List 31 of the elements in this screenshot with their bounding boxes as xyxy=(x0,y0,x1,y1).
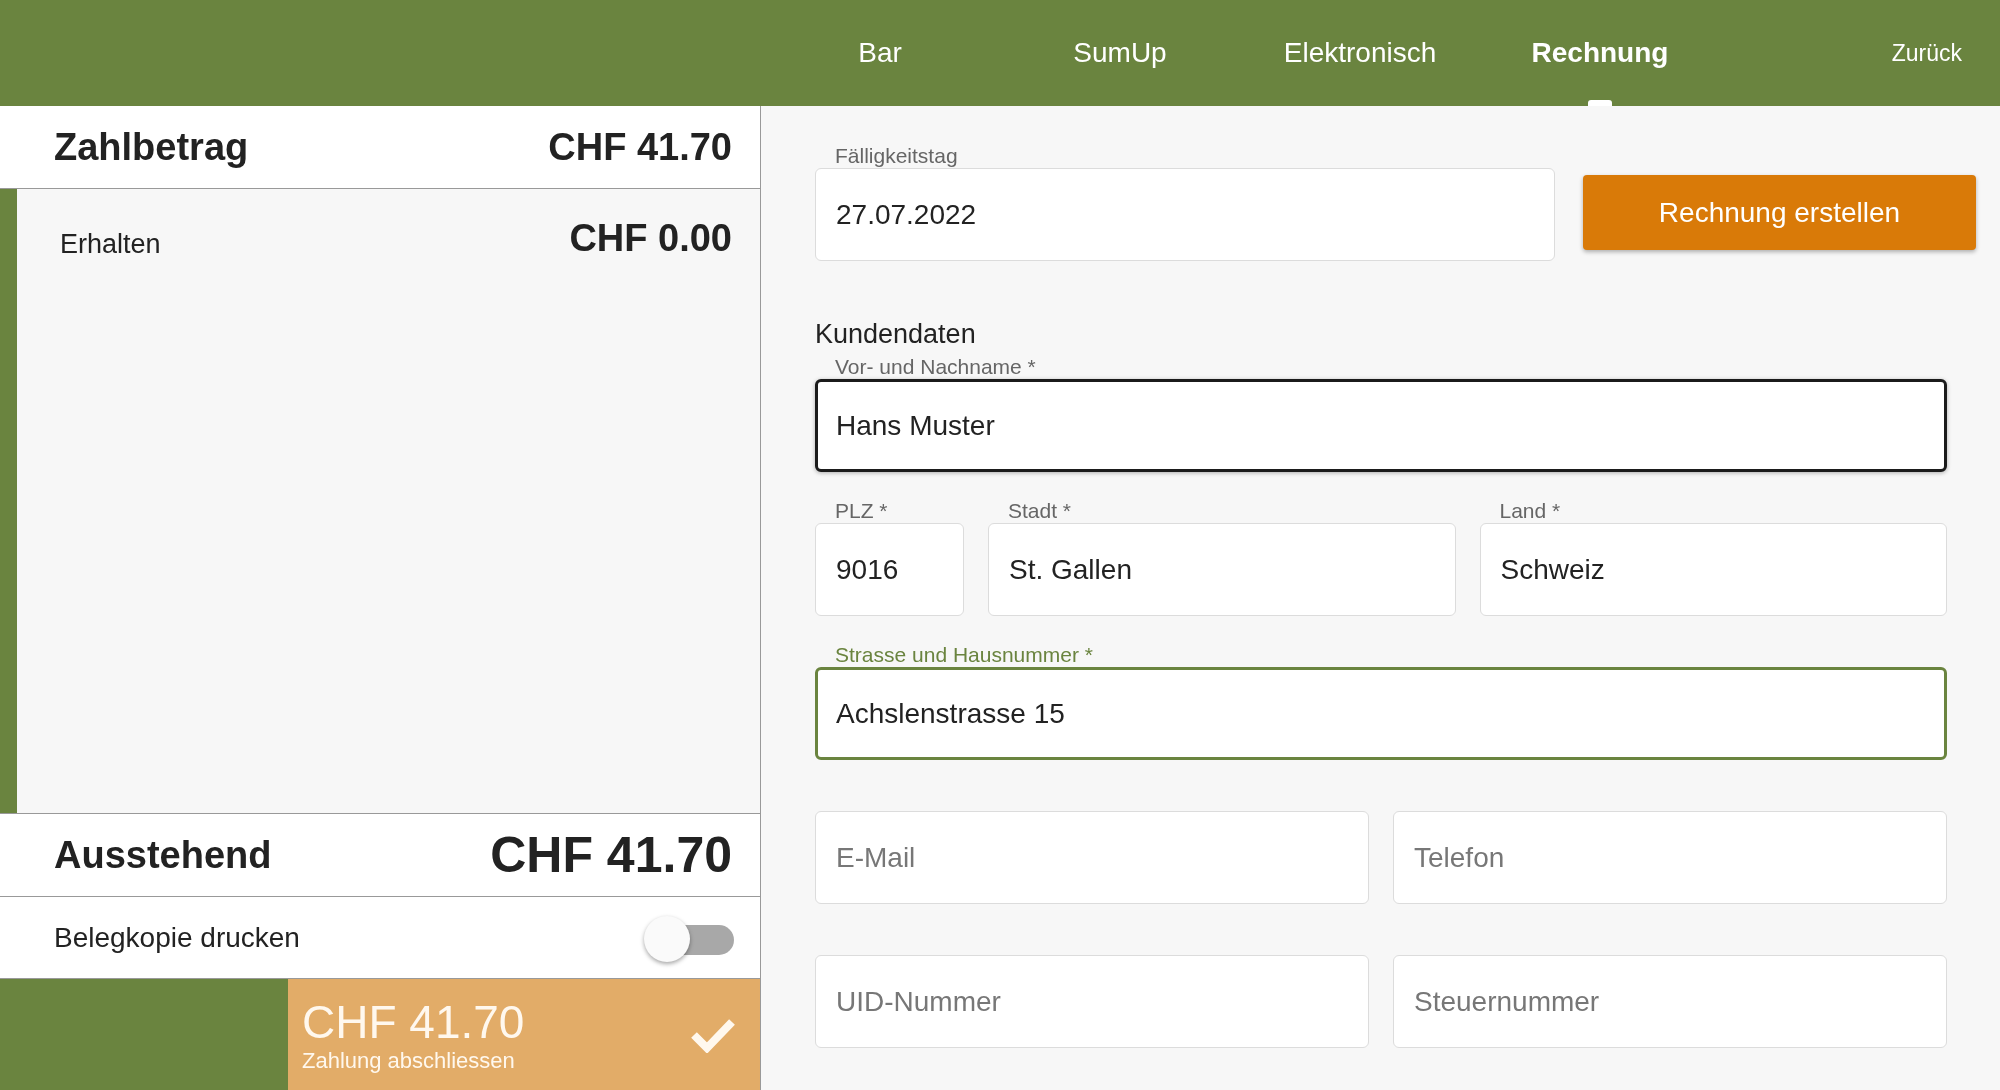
input-field[interactable]: 27.07.2022 xyxy=(815,168,1555,261)
back-link[interactable]: Zurück xyxy=(1891,39,1962,67)
input-field[interactable]: Achslenstrasse 15 xyxy=(815,667,1947,760)
input-field[interactable]: Schweiz xyxy=(1479,523,1947,616)
input-field[interactable]: St. Gallen xyxy=(988,523,1456,616)
amount-due-value: CHF 41.70 xyxy=(548,125,732,169)
outstanding-value: CHF 41.70 xyxy=(490,826,732,884)
input-field[interactable]: Telefon xyxy=(1393,811,1947,904)
create-invoice-button[interactable]: Rechnung erstellen xyxy=(1583,175,1976,250)
receipt-copy-label: Belegkopie drucken xyxy=(54,921,300,954)
field-label: Land * xyxy=(1498,499,1562,522)
toggle-switch[interactable] xyxy=(644,915,734,960)
payment-tab[interactable]: Rechnung xyxy=(1480,0,1720,106)
received-value: CHF 0.00 xyxy=(569,217,732,260)
input-field[interactable]: Steuernummer xyxy=(1393,955,1947,1048)
payment-tab[interactable]: Bar xyxy=(760,0,1000,106)
field-label: Strasse und Hausnummer * xyxy=(834,643,1094,666)
section-heading: Kundendaten xyxy=(815,319,976,349)
input-field[interactable]: Hans Muster xyxy=(815,379,1947,472)
input-field[interactable]: UID-Nummer xyxy=(815,955,1369,1048)
field-label: Vor- und Nachname * xyxy=(834,355,1037,378)
payment-tab[interactable]: SumUp xyxy=(1000,0,1240,106)
field-label: PLZ * xyxy=(834,499,889,522)
field-label: Stadt * xyxy=(1007,499,1073,522)
outstanding-label: Ausstehend xyxy=(54,833,272,877)
received-label: Erhalten xyxy=(60,229,161,260)
input-field[interactable]: E-Mail xyxy=(815,811,1369,904)
field-label: Fälligkeitstag xyxy=(834,144,959,167)
payment-tab[interactable]: Elektronisch xyxy=(1240,0,1480,106)
amount-due-label: Zahlbetrag xyxy=(54,125,249,169)
input-field[interactable]: 9016 xyxy=(815,523,964,616)
